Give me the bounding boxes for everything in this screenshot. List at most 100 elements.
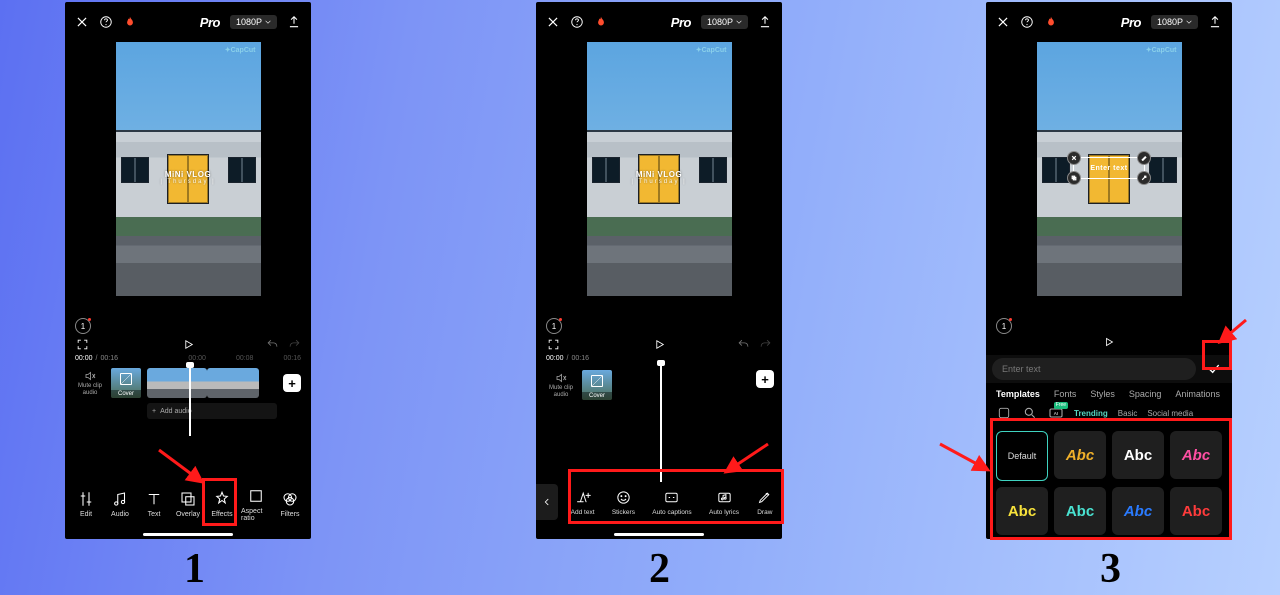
resolution-button[interactable]: 1080P (701, 15, 748, 29)
search-icon[interactable] (1022, 405, 1038, 421)
edit-handle[interactable] (1137, 151, 1151, 165)
redo-icon[interactable] (287, 337, 301, 351)
filter-social[interactable]: Social media (1147, 409, 1193, 418)
audio-button[interactable]: Audio (105, 490, 135, 518)
pro-badge[interactable]: Pro (200, 15, 220, 30)
fullscreen-icon[interactable] (546, 337, 560, 351)
copy-handle[interactable] (1067, 171, 1081, 185)
timeline[interactable]: Mute clip audio Cover + (536, 364, 782, 408)
play-icon[interactable] (652, 337, 666, 351)
close-icon[interactable] (996, 15, 1010, 29)
resolution-button[interactable]: 1080P (1151, 15, 1198, 29)
undo-icon[interactable] (265, 337, 279, 351)
stickers-button[interactable]: Stickers (612, 489, 635, 516)
template-grid: Default Abc Abc Abc Abc Abc Abc Abc (986, 425, 1232, 539)
ai-icon[interactable]: AI Free (1048, 405, 1064, 421)
resolution-button[interactable]: 1080P (230, 15, 277, 29)
flame-icon[interactable] (594, 15, 608, 29)
pro-badge[interactable]: Pro (671, 15, 691, 30)
close-icon[interactable] (546, 15, 560, 29)
play-icon[interactable] (181, 337, 195, 351)
mute-clip-audio[interactable]: Mute clip audio (75, 370, 105, 396)
help-icon[interactable] (570, 15, 584, 29)
flame-icon[interactable] (1044, 15, 1058, 29)
free-badge: Free (1054, 402, 1068, 409)
edit-button[interactable]: Edit (71, 490, 101, 518)
playhead[interactable] (660, 362, 662, 482)
tab-animations[interactable]: Animations (1175, 389, 1220, 399)
filters-button[interactable]: Filters (275, 490, 305, 518)
template-item[interactable]: Abc (1112, 431, 1164, 479)
filter-basic[interactable]: Basic (1118, 409, 1138, 418)
template-item[interactable]: Abc (1054, 431, 1106, 479)
tab-fonts[interactable]: Fonts (1054, 389, 1077, 399)
close-icon[interactable] (75, 15, 89, 29)
preview-area: CapCut MiNi VLOG | Thursday | (65, 42, 311, 317)
video-frame[interactable]: CapCut MiNi VLOG| Thursday | (587, 42, 732, 296)
export-icon[interactable] (1208, 15, 1222, 29)
video-frame[interactable]: CapCut Enter text (1037, 42, 1182, 296)
export-icon[interactable] (758, 15, 772, 29)
confirm-button[interactable] (1202, 357, 1226, 381)
cover-button[interactable]: Cover (111, 368, 141, 398)
clip-2[interactable] (207, 368, 259, 398)
template-item[interactable]: Abc (1170, 487, 1222, 535)
play-icon[interactable] (1102, 335, 1116, 349)
mute-clip-audio[interactable]: Mute clip audio (546, 372, 576, 398)
scale-handle[interactable] (1137, 171, 1151, 185)
clips[interactable] (147, 368, 277, 398)
layer-count[interactable]: 1 (75, 318, 91, 334)
layer-count[interactable]: 1 (546, 318, 562, 334)
help-icon[interactable] (1020, 15, 1034, 29)
video-frame[interactable]: CapCut MiNi VLOG | Thursday | (116, 42, 261, 296)
template-default[interactable]: Default (996, 431, 1048, 481)
step-number: 1 (184, 545, 205, 593)
flame-icon[interactable] (123, 15, 137, 29)
back-button[interactable] (536, 484, 558, 520)
effects-button[interactable]: Effects (207, 490, 237, 518)
fullscreen-icon[interactable] (75, 337, 89, 351)
text-selection-box[interactable]: Enter text (1073, 157, 1145, 179)
watermark: CapCut (696, 46, 727, 54)
favorites-icon[interactable] (996, 405, 1012, 421)
home-indicator (143, 533, 233, 536)
pro-badge[interactable]: Pro (1121, 15, 1141, 30)
template-item[interactable]: Abc (1170, 431, 1222, 479)
svg-text:AI: AI (1054, 411, 1059, 416)
add-text-button[interactable]: Add text (571, 489, 595, 516)
tab-templates[interactable]: Templates (996, 389, 1040, 399)
auto-captions-button[interactable]: Auto captions (652, 489, 691, 516)
playhead[interactable] (189, 364, 191, 436)
filter-trending[interactable]: Trending (1074, 409, 1108, 418)
phone-screen-3: Pro 1080P CapCut Enter text 1 Enter text (986, 2, 1232, 539)
phone-screen-2: Pro 1080P CapCut MiNi VLOG| Thursday | 1… (536, 2, 782, 539)
text-input-placeholder: Enter text (1002, 364, 1041, 374)
undo-icon[interactable] (736, 337, 750, 351)
add-audio-button[interactable]: +Add audio (147, 403, 277, 419)
top-bar: Pro 1080P (65, 2, 311, 42)
add-clip-button[interactable]: + (283, 374, 301, 392)
overlay-button[interactable]: Overlay (173, 490, 203, 518)
export-icon[interactable] (287, 15, 301, 29)
clip-1[interactable] (147, 368, 207, 398)
template-item[interactable]: Abc (1112, 487, 1164, 535)
layer-count[interactable]: 1 (996, 318, 1012, 334)
draw-button[interactable]: Draw (756, 489, 773, 516)
text-input-row: Enter text (986, 355, 1232, 383)
cover-button[interactable]: Cover (582, 370, 612, 400)
template-item[interactable]: Abc (996, 487, 1048, 535)
text-input[interactable]: Enter text (992, 358, 1196, 380)
step-number: 3 (1100, 545, 1121, 593)
template-item[interactable]: Abc (1054, 487, 1106, 535)
aspect-ratio-button[interactable]: Aspect ratio (241, 487, 271, 522)
tab-styles[interactable]: Styles (1090, 389, 1115, 399)
delete-handle[interactable] (1067, 151, 1081, 165)
help-icon[interactable] (99, 15, 113, 29)
redo-icon[interactable] (758, 337, 772, 351)
auto-lyrics-button[interactable]: Auto lyrics (709, 489, 739, 516)
text-submenu: Add text Stickers Auto captions Auto lyr… (536, 475, 782, 529)
add-clip-button[interactable]: + (756, 370, 774, 388)
text-button[interactable]: Text (139, 490, 169, 518)
tab-spacing[interactable]: Spacing (1129, 389, 1162, 399)
timeline[interactable]: Mute clip audio Cover + +Add audio (65, 364, 311, 436)
